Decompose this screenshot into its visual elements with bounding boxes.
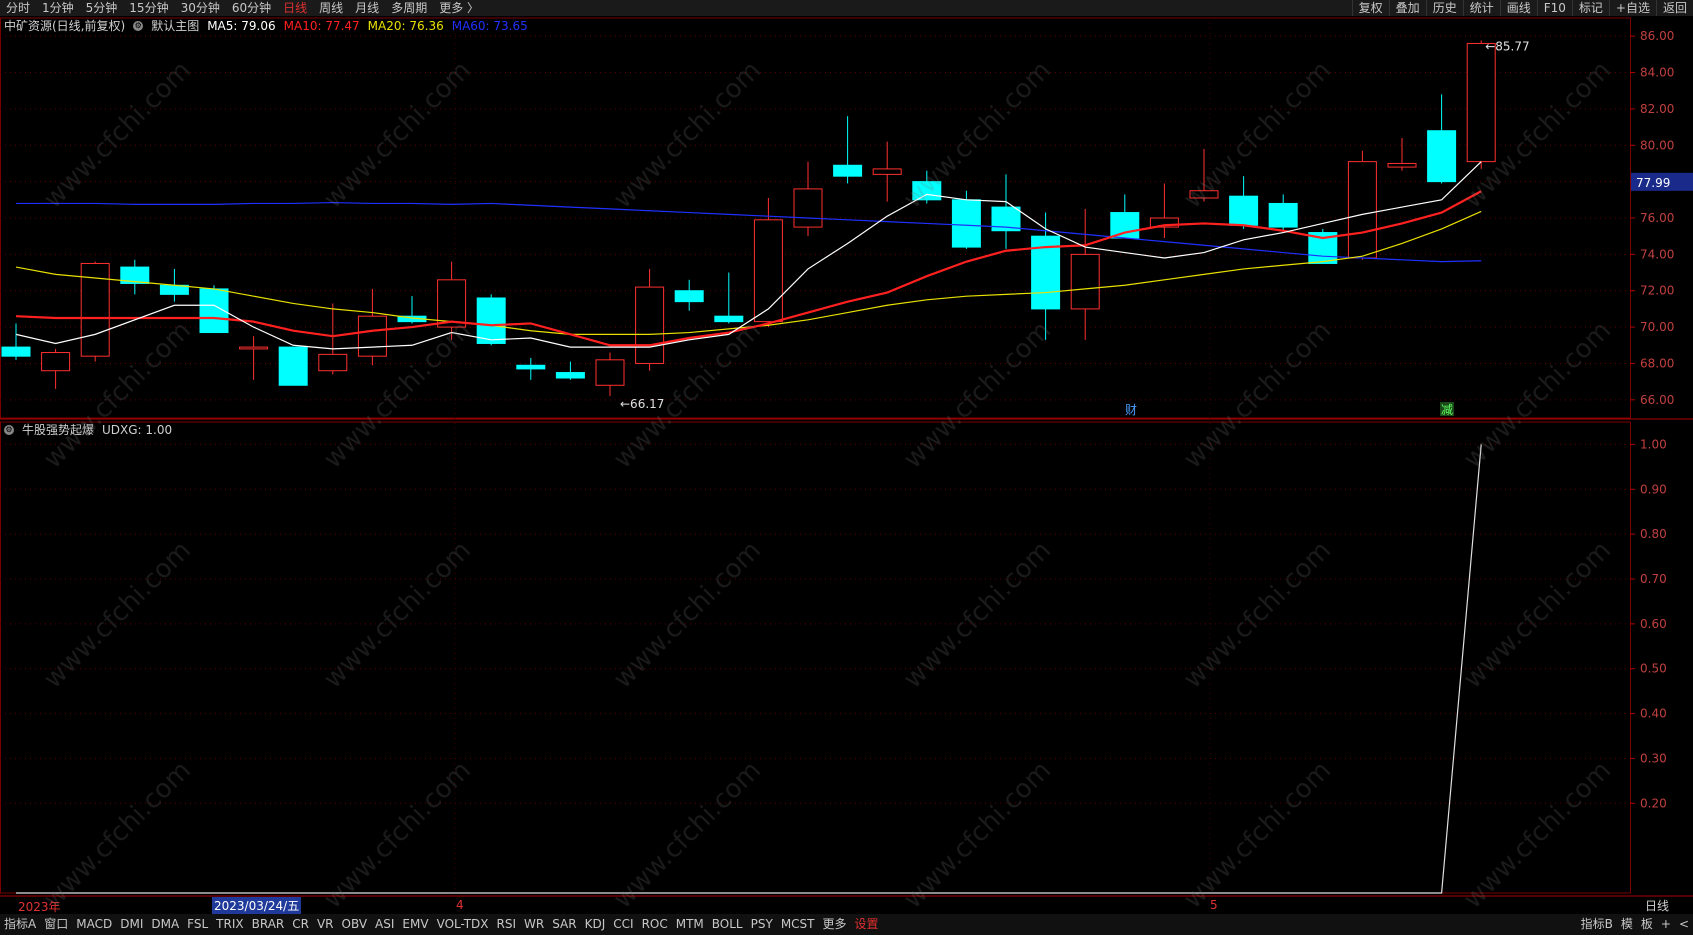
price-tick-label: 76.00 <box>1640 211 1674 225</box>
period-label: 日线 <box>1645 899 1670 913</box>
candle-body <box>437 279 467 328</box>
year-label: 2023年 <box>18 900 61 914</box>
indicator-tick-label: 0.70 <box>1640 572 1667 586</box>
indicator-tab-10[interactable]: OBV <box>338 914 372 935</box>
candle-body <box>1427 130 1457 183</box>
candle-body <box>555 372 585 379</box>
candle-body <box>239 346 269 350</box>
candle-body <box>1 346 31 357</box>
cursor-date: 2023/03/24/五 <box>212 897 302 914</box>
candle-body <box>1466 42 1496 163</box>
candle-body <box>1268 202 1298 228</box>
indicator-tab-20[interactable]: MTM <box>672 914 708 935</box>
indicator-tick-label: 0.80 <box>1640 527 1667 541</box>
candle-body <box>595 359 625 386</box>
candle-body <box>753 219 783 323</box>
finance-marker: 财 <box>1125 403 1137 417</box>
date-strip: 2023年 2023/03/24/五 4 5 <box>0 897 1630 914</box>
high-price-label: ←85.77 <box>1485 39 1529 53</box>
candle-body <box>278 346 308 386</box>
price-tick-label: 86.00 <box>1640 29 1674 43</box>
candle-body <box>41 352 71 372</box>
price-tick-label: 68.00 <box>1640 356 1674 370</box>
indicator-tab-7[interactable]: BRAR <box>248 914 289 935</box>
candle-body <box>516 364 546 370</box>
candle-body <box>912 181 942 201</box>
candle-body <box>1387 162 1417 168</box>
bottom-control-2[interactable]: 板 <box>1637 914 1657 935</box>
price-tick-label: 74.00 <box>1640 247 1674 261</box>
candle-body <box>1110 212 1140 239</box>
indicator-tick-label: 1.00 <box>1640 437 1667 451</box>
indicator-tab-25[interactable]: 设置 <box>851 914 883 935</box>
indicator-tab-0[interactable]: 指标A <box>0 914 40 935</box>
indicator-tick-label: 0.50 <box>1640 662 1667 676</box>
indicator-tab-6[interactable]: TRIX <box>212 914 247 935</box>
indicator-tab-9[interactable]: VR <box>313 914 338 935</box>
candle-body <box>1070 253 1100 310</box>
indicator-tab-19[interactable]: ROC <box>638 914 672 935</box>
price-tick-label: 70.00 <box>1640 320 1674 334</box>
indicator-tab-16[interactable]: SAR <box>548 914 580 935</box>
indicator-tab-5[interactable]: FSL <box>183 914 212 935</box>
indicator-tab-11[interactable]: ASI <box>371 914 398 935</box>
indicator-tab-14[interactable]: RSI <box>493 914 521 935</box>
indicator-panel-frame <box>0 421 1631 894</box>
month-5-label: 5 <box>1210 898 1218 912</box>
candle-body <box>1189 190 1219 199</box>
indicator-tab-8[interactable]: CR <box>288 914 313 935</box>
candle-body <box>674 290 704 303</box>
indicator-tab-23[interactable]: MCST <box>777 914 819 935</box>
price-tick-label: 66.00 <box>1640 393 1674 407</box>
reduce-marker: 减 <box>1441 403 1453 417</box>
candle-body <box>318 353 348 372</box>
indicator-tab-2[interactable]: MACD <box>72 914 116 935</box>
candle-body <box>476 297 506 344</box>
candle-body <box>951 199 981 248</box>
indicator-tab-18[interactable]: CCI <box>609 914 637 935</box>
candle-body <box>1229 195 1259 226</box>
candle-body <box>872 168 902 175</box>
price-tick-label: 84.00 <box>1640 66 1674 80</box>
indicator-tick-label: 0.30 <box>1640 751 1667 765</box>
ma60-line <box>16 201 1482 263</box>
kline-chart[interactable]: 86.0084.0082.0080.0078.0076.0074.0072.00… <box>0 0 1693 935</box>
candle-body <box>635 286 665 364</box>
ma20-line <box>15 210 1482 335</box>
price-tick-label: 72.00 <box>1640 284 1674 298</box>
indicator-tab-3[interactable]: DMI <box>116 914 147 935</box>
indicator-tick-label: 0.90 <box>1640 482 1667 496</box>
indicator-tab-12[interactable]: EMV <box>398 914 432 935</box>
indicator-tab-17[interactable]: KDJ <box>581 914 610 935</box>
last-price-tag: 77.99 <box>1636 176 1670 190</box>
price-tick-label: 80.00 <box>1640 138 1674 152</box>
month-4-label: 4 <box>456 898 464 912</box>
bottom-control-1[interactable]: 模 <box>1617 914 1637 935</box>
low-price-label: ←66.17 <box>620 397 664 411</box>
indicator-tick-label: 0.40 <box>1640 707 1667 721</box>
indicator-tab-4[interactable]: DMA <box>147 914 183 935</box>
indicator-tabs: 指标A 窗口 MACD DMI DMA FSL TRIX BRAR CR VR OBV ASI EMV V… <box>0 914 1693 935</box>
indicator-tick-label: 0.60 <box>1640 617 1667 631</box>
candle-body <box>793 188 823 228</box>
indicator-tab-13[interactable]: VOL-TDX <box>433 914 493 935</box>
indicator-tab-22[interactable]: PSY <box>747 914 777 935</box>
indicator-tab-15[interactable]: WR <box>520 914 548 935</box>
bottom-control-0[interactable]: 指标B <box>1577 914 1617 935</box>
tab-list: 指标A 窗口 MACD DMI DMA FSL TRIX BRAR CR VR OBV ASI EMV V… <box>0 914 883 935</box>
candle-body <box>1347 161 1377 259</box>
candle-body <box>714 315 744 323</box>
indicator-tab-24[interactable]: 更多 <box>819 914 851 935</box>
price-tick-label: 82.00 <box>1640 102 1674 116</box>
candle-body <box>357 315 387 357</box>
bottom-control-3[interactable]: + <box>1657 914 1675 935</box>
candle-body <box>833 164 863 177</box>
bottom-control-4[interactable]: < <box>1675 914 1693 935</box>
indicator-tick-label: 0.20 <box>1640 796 1667 810</box>
bottom-right-controls: 指标B 模板 + < <box>1577 914 1693 935</box>
indicator-tab-1[interactable]: 窗口 <box>40 914 72 935</box>
indicator-tab-21[interactable]: BOLL <box>708 914 747 935</box>
